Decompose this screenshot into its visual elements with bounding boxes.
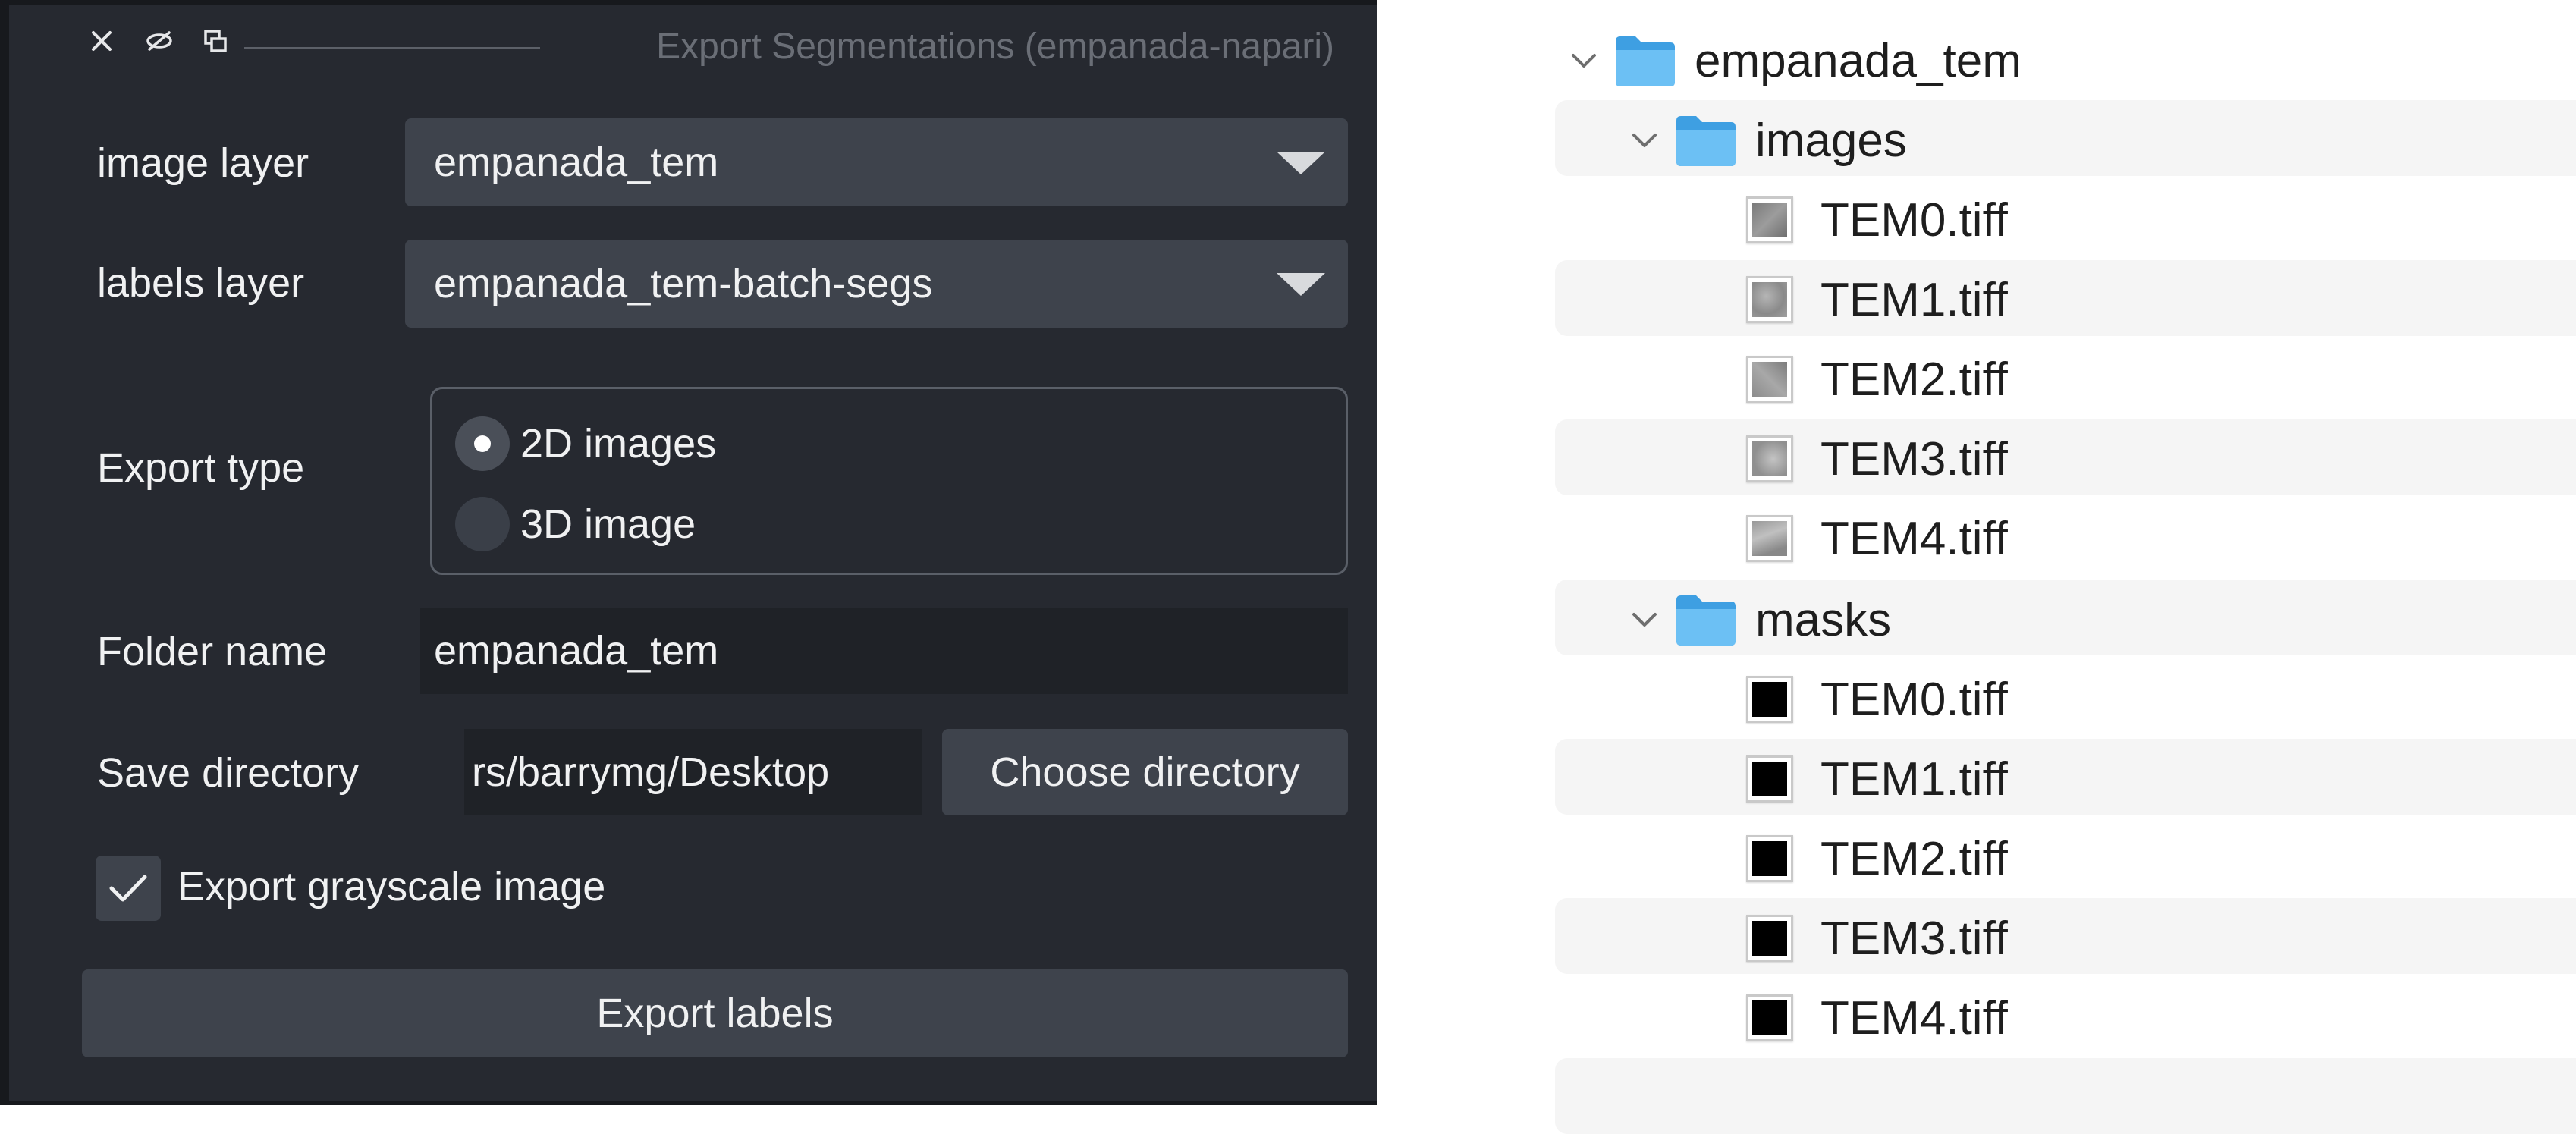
tree-root-row[interactable]: empanada_tem <box>1569 21 2022 100</box>
export-type-label: Export type <box>97 445 305 491</box>
tree-file-row[interactable]: TEM4.tiff <box>1746 979 2008 1057</box>
tree-file-row[interactable]: TEM0.tiff <box>1746 181 2008 259</box>
title-separator <box>244 47 540 49</box>
tree-file-row[interactable]: TEM1.tiff <box>1746 260 2008 339</box>
row-stripe <box>1555 419 2576 495</box>
image-layer-value: empanada_tem <box>434 140 719 185</box>
folder-icon <box>1676 116 1736 166</box>
folder-name-label: Folder name <box>97 629 328 674</box>
radio-3d-image[interactable]: 3D image <box>455 494 696 554</box>
export-type-group: 2D images 3D image <box>430 387 1348 575</box>
file-tree: empanada_tem images TEM0.tiff TEM1.tiff … <box>1555 0 2576 1134</box>
radio-selected-icon[interactable] <box>455 416 510 471</box>
mask-thumbnail-icon <box>1746 755 1793 803</box>
panel-title: Export Segmentations (empanada-napari) <box>656 27 1334 67</box>
row-stripe <box>1555 260 2576 336</box>
chevron-down-icon[interactable] <box>1629 125 1660 155</box>
row-stripe <box>1555 1058 2576 1134</box>
tree-root-name: empanada_tem <box>1695 34 2022 87</box>
row-stripe <box>1555 739 2576 815</box>
tree-file-row[interactable]: TEM3.tiff <box>1746 419 2008 498</box>
save-directory-label: Save directory <box>97 750 360 796</box>
radio-3d-image-label: 3D image <box>520 501 696 547</box>
tree-file-row[interactable]: TEM2.tiff <box>1746 340 2008 419</box>
folder-icon <box>1676 595 1736 646</box>
tree-file-name: TEM0.tiff <box>1820 193 2008 247</box>
tiff-thumbnail-icon <box>1746 196 1793 243</box>
float-icon[interactable] <box>199 24 232 58</box>
tiff-thumbnail-icon <box>1746 356 1793 403</box>
tree-file-name: TEM3.tiff <box>1820 912 2008 965</box>
tree-folder-name: masks <box>1755 593 1892 646</box>
labels-layer-label: labels layer <box>97 260 305 306</box>
row-stripe <box>1555 898 2576 974</box>
folder-icon <box>1616 36 1675 86</box>
tree-file-row[interactable]: TEM2.tiff <box>1746 819 2008 898</box>
tree-file-name: TEM2.tiff <box>1820 832 2008 885</box>
hide-icon[interactable] <box>143 24 176 58</box>
export-segmentations-panel: Export Segmentations (empanada-napari) i… <box>0 0 1377 1105</box>
tree-folder-name: images <box>1755 114 1907 167</box>
export-grayscale-label: Export grayscale image <box>177 864 606 909</box>
image-layer-select[interactable]: empanada_tem <box>405 118 1348 206</box>
tree-file-name: TEM4.tiff <box>1820 991 2008 1044</box>
export-grayscale-checkbox[interactable] <box>96 856 161 921</box>
tree-file-row[interactable]: TEM1.tiff <box>1746 740 2008 818</box>
choose-directory-button[interactable]: Choose directory <box>942 729 1348 815</box>
save-directory-input[interactable]: rs/barrymg/Desktop <box>464 729 922 815</box>
labels-layer-select[interactable]: empanada_tem-batch-segs <box>405 240 1348 328</box>
check-icon <box>109 875 147 902</box>
tiff-thumbnail-icon <box>1746 435 1793 482</box>
dropdown-arrow-icon <box>1277 152 1325 174</box>
dock-title-bar: Export Segmentations (empanada-napari) <box>9 5 1377 80</box>
folder-name-input[interactable]: empanada_tem <box>420 608 1348 694</box>
tree-file-name: TEM1.tiff <box>1820 273 2008 326</box>
chevron-down-icon[interactable] <box>1569 46 1599 76</box>
tree-file-name: TEM0.tiff <box>1820 673 2008 726</box>
radio-2d-images[interactable]: 2D images <box>455 413 716 474</box>
radio-unselected-icon[interactable] <box>455 497 510 551</box>
close-icon[interactable] <box>85 24 118 58</box>
tree-file-row[interactable]: TEM0.tiff <box>1746 660 2008 739</box>
tree-file-name: TEM1.tiff <box>1820 752 2008 806</box>
tree-file-name: TEM2.tiff <box>1820 353 2008 406</box>
chevron-down-icon[interactable] <box>1629 605 1660 635</box>
tree-folder-images[interactable]: images <box>1629 101 1907 180</box>
tree-file-name: TEM3.tiff <box>1820 432 2008 485</box>
mask-thumbnail-icon <box>1746 915 1793 962</box>
mask-thumbnail-icon <box>1746 835 1793 882</box>
labels-layer-value: empanada_tem-batch-segs <box>434 261 933 306</box>
mask-thumbnail-icon <box>1746 676 1793 723</box>
tree-folder-masks[interactable]: masks <box>1629 580 1891 659</box>
radio-2d-images-label: 2D images <box>520 421 717 466</box>
dropdown-arrow-icon <box>1277 273 1325 296</box>
export-labels-button[interactable]: Export labels <box>82 969 1348 1057</box>
tree-file-row[interactable]: TEM3.tiff <box>1746 899 2008 978</box>
tiff-thumbnail-icon <box>1746 515 1793 562</box>
image-layer-label: image layer <box>97 140 309 186</box>
tree-file-name: TEM4.tiff <box>1820 512 2008 565</box>
tree-file-row[interactable]: TEM4.tiff <box>1746 499 2008 578</box>
tiff-thumbnail-icon <box>1746 276 1793 323</box>
mask-thumbnail-icon <box>1746 994 1793 1041</box>
